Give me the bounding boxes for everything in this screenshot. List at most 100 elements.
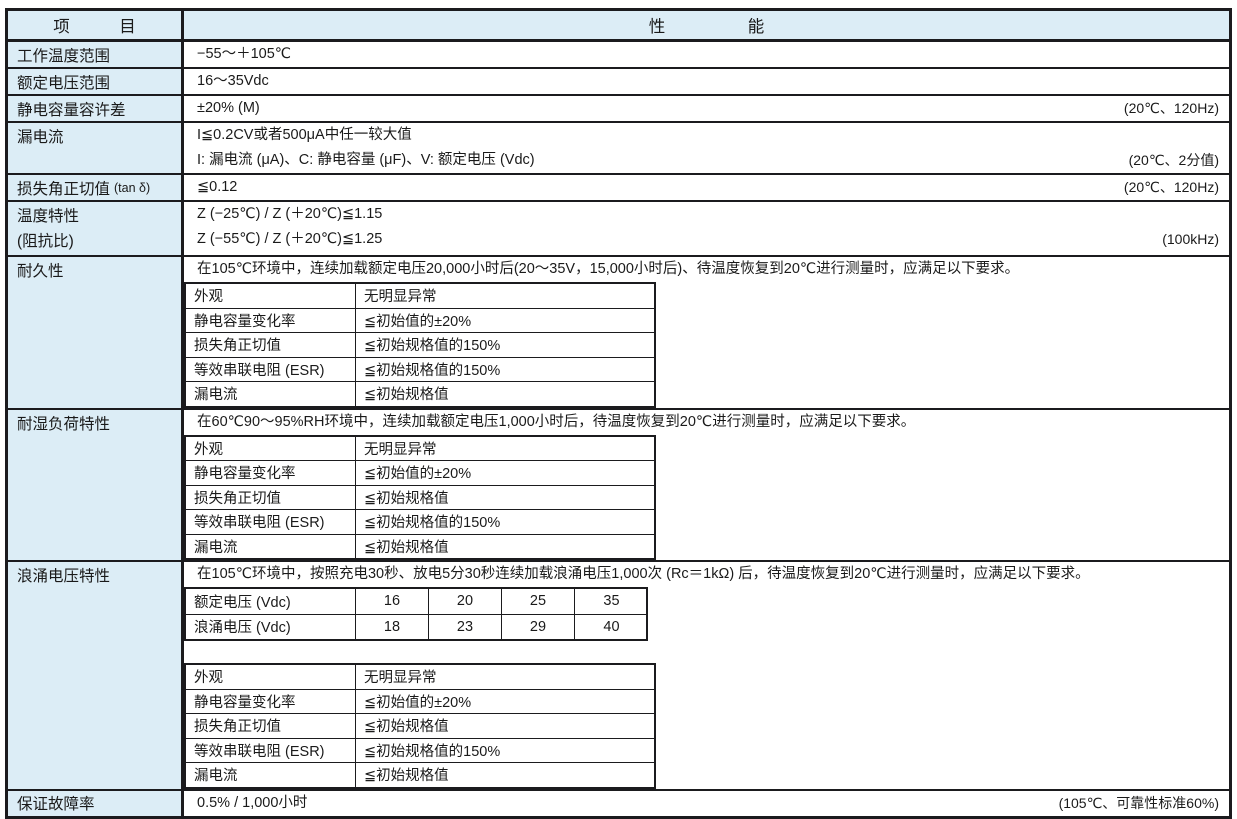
- row-rated-voltage-value-cell: 16～35Vdc: [184, 69, 1229, 94]
- perf-value: ≦0.12: [197, 175, 237, 200]
- item-label: 保证故障率: [17, 792, 95, 814]
- row-tan-delta-value-cell: ≦0.12 (20℃、120Hz): [184, 175, 1229, 200]
- criteria-row: 损失角正切值 ≦初始规格值的150%: [186, 332, 654, 357]
- perf-line-1: I≦0.2CV或者500μA中任一较大值: [184, 123, 1229, 148]
- header-item-label: 项 目: [53, 13, 136, 37]
- perf-value: I: 漏电流 (μA)、C: 静电容量 (μF)、V: 额定电压 (Vdc): [197, 148, 535, 173]
- criteria-value: ≦初始规格值: [356, 486, 654, 510]
- perf-value: 0.5% / 1,000小时: [197, 791, 307, 816]
- criteria-row: 外观 无明显异常: [186, 284, 654, 308]
- perf-line-2: I: 漏电流 (μA)、C: 静电容量 (μF)、V: 额定电压 (Vdc) (…: [184, 148, 1229, 173]
- criteria-value: 无明显异常: [356, 437, 654, 461]
- measure-condition: (20℃、2分值): [1129, 148, 1219, 173]
- criteria-row: 等效串联电阻 (ESR) ≦初始规格值的150%: [186, 738, 654, 763]
- criteria-row: 损失角正切值 ≦初始规格值: [186, 485, 654, 510]
- criteria-name: 漏电流: [186, 535, 356, 559]
- criteria-value: ≦初始规格值的150%: [356, 333, 654, 357]
- voltage-cell: 25: [502, 589, 575, 614]
- row-rated-voltage: 额定电压范围 16～35Vdc: [8, 67, 1229, 94]
- row-temp-characteristics: 温度特性 (阻抗比) Z (−25℃) / Z (＋20℃)≦1.15 Z (−…: [8, 200, 1229, 255]
- criteria-name: 损失角正切值: [186, 714, 356, 738]
- row-operating-temp-label: 工作温度范围: [8, 42, 184, 67]
- criteria-name: 损失角正切值: [186, 486, 356, 510]
- item-label: 损失角正切值: [17, 177, 110, 199]
- voltage-cell: 23: [429, 615, 502, 640]
- perf-value: I≦0.2CV或者500μA中任一较大值: [197, 123, 412, 148]
- perf-line: 16～35Vdc: [184, 69, 1229, 94]
- criteria-value: ≦初始规格值: [356, 763, 654, 787]
- row-temp-characteristics-value-cell: Z (−25℃) / Z (＋20℃)≦1.15 Z (−55℃) / Z (＋…: [184, 202, 1229, 255]
- perf-line-2: Z (−55℃) / Z (＋20℃)≦1.25 (100kHz): [184, 227, 1229, 252]
- spacer: [184, 641, 1229, 663]
- row-leakage-current-label: 漏电流: [8, 123, 184, 173]
- perf-line: −55～＋105℃: [184, 42, 1229, 67]
- item-label: 耐久性: [17, 263, 64, 280]
- voltage-cell: 18: [356, 615, 429, 640]
- surge-intro: 在105℃环境中，按照充电30秒、放电5分30秒连续加载浪涌电压1,000次 (…: [184, 562, 1229, 587]
- surge-voltage-row: 浪涌电压 (Vdc) 18 23 29 40: [186, 614, 646, 640]
- row-operating-temp-value-cell: −55～＋105℃: [184, 42, 1229, 67]
- criteria-value: ≦初始规格值: [356, 714, 654, 738]
- humidity-intro: 在60℃90～95%RH环境中，连续加载额定电压1,000小时后，待温度恢复到2…: [184, 410, 1229, 435]
- row-surge-voltage-content: 在105℃环境中，按照充电30秒、放电5分30秒连续加载浪涌电压1,000次 (…: [184, 562, 1229, 789]
- endurance-criteria-table: 外观 无明显异常 静电容量变化率 ≦初始值的±20% 损失角正切值 ≦初始规格值…: [184, 282, 656, 408]
- perf-value: Z (−25℃) / Z (＋20℃)≦1.15: [197, 202, 382, 227]
- criteria-name: 静电容量变化率: [186, 690, 356, 714]
- criteria-row: 等效串联电阻 (ESR) ≦初始规格值的150%: [186, 357, 654, 382]
- item-label: 工作温度范围: [17, 44, 110, 66]
- criteria-name: 外观: [186, 665, 356, 689]
- criteria-name: 损失角正切值: [186, 333, 356, 357]
- item-label: 漏电流: [17, 129, 64, 146]
- perf-line: ≦0.12 (20℃、120Hz): [184, 175, 1229, 200]
- surge-criteria-table: 外观 无明显异常 静电容量变化率 ≦初始值的±20% 损失角正切值 ≦初始规格值…: [184, 663, 656, 789]
- row-capacitance-tolerance-value-cell: ±20% (M) (20℃、120Hz): [184, 96, 1229, 121]
- row-tan-delta-label: 损失角正切值 (tan δ): [8, 175, 184, 200]
- humidity-criteria-table: 外观 无明显异常 静电容量变化率 ≦初始值的±20% 损失角正切值 ≦初始规格值…: [184, 435, 656, 561]
- perf-line-1: Z (−25℃) / Z (＋20℃)≦1.15: [184, 202, 1229, 227]
- item-label-line1: 温度特性: [17, 204, 175, 229]
- criteria-row: 静电容量变化率 ≦初始值的±20%: [186, 308, 654, 333]
- criteria-name: 等效串联电阻 (ESR): [186, 739, 356, 763]
- criteria-value: ≦初始值的±20%: [356, 309, 654, 333]
- criteria-name: 外观: [186, 437, 356, 461]
- criteria-row: 外观 无明显异常: [186, 437, 654, 461]
- voltage-cell: 20: [429, 589, 502, 614]
- row-humidity-load: 耐湿负荷特性 在60℃90～95%RH环境中，连续加载额定电压1,000小时后，…: [8, 408, 1229, 561]
- criteria-value: ≦初始规格值: [356, 535, 654, 559]
- row-surge-voltage: 浪涌电压特性 在105℃环境中，按照充电30秒、放电5分30秒连续加载浪涌电压1…: [8, 560, 1229, 789]
- endurance-intro: 在105℃环境中，连续加载额定电压20,000小时后(20～35V，15,000…: [184, 257, 1229, 282]
- criteria-row: 损失角正切值 ≦初始规格值: [186, 713, 654, 738]
- perf-value: Z (−55℃) / Z (＋20℃)≦1.25: [197, 227, 382, 252]
- criteria-name: 外观: [186, 284, 356, 308]
- measure-condition: (100kHz): [1162, 227, 1219, 252]
- criteria-value: ≦初始值的±20%: [356, 461, 654, 485]
- item-label: 浪涌电压特性: [17, 568, 110, 585]
- perf-line: 0.5% / 1,000小时 (105℃、可靠性标准60%): [184, 791, 1229, 816]
- criteria-row: 漏电流 ≦初始规格值: [186, 762, 654, 787]
- criteria-row: 静电容量变化率 ≦初始值的±20%: [186, 689, 654, 714]
- row-endurance-content: 在105℃环境中，连续加载额定电压20,000小时后(20～35V，15,000…: [184, 257, 1229, 408]
- row-endurance: 耐久性 在105℃环境中，连续加载额定电压20,000小时后(20～35V，15…: [8, 255, 1229, 408]
- row-leakage-current-value-cell: I≦0.2CV或者500μA中任一较大值 I: 漏电流 (μA)、C: 静电容量…: [184, 123, 1229, 173]
- criteria-value: ≦初始值的±20%: [356, 690, 654, 714]
- measure-condition: (20℃、120Hz): [1124, 175, 1219, 200]
- perf-value: ±20% (M): [197, 96, 260, 121]
- surge-voltage-table: 额定电压 (Vdc) 16 20 25 35 浪涌电压 (Vdc) 18 23 …: [184, 587, 648, 641]
- criteria-row: 等效串联电阻 (ESR) ≦初始规格值的150%: [186, 509, 654, 534]
- criteria-name: 漏电流: [186, 763, 356, 787]
- item-label-line2: (阻抗比): [17, 229, 175, 254]
- criteria-value: ≦初始规格值的150%: [356, 358, 654, 382]
- criteria-value: ≦初始规格值: [356, 382, 654, 406]
- row-humidity-load-content: 在60℃90～95%RH环境中，连续加载额定电压1,000小时后，待温度恢复到2…: [184, 410, 1229, 561]
- criteria-value: 无明显异常: [356, 284, 654, 308]
- perf-value: −55～＋105℃: [197, 42, 291, 67]
- row-humidity-load-label: 耐湿负荷特性: [8, 410, 184, 561]
- item-label: 额定电压范围: [17, 71, 110, 93]
- voltage-cell: 35: [575, 589, 648, 614]
- row-endurance-label: 耐久性: [8, 257, 184, 408]
- item-label: 耐湿负荷特性: [17, 416, 110, 433]
- voltage-cell: 29: [502, 615, 575, 640]
- measure-condition: (105℃、可靠性标准60%): [1059, 791, 1219, 816]
- voltage-row-name: 浪涌电压 (Vdc): [186, 615, 356, 640]
- spec-table: 项 目 性 能 工作温度范围 −55～＋105℃ 额定电压范围 16～35Vdc: [5, 8, 1232, 819]
